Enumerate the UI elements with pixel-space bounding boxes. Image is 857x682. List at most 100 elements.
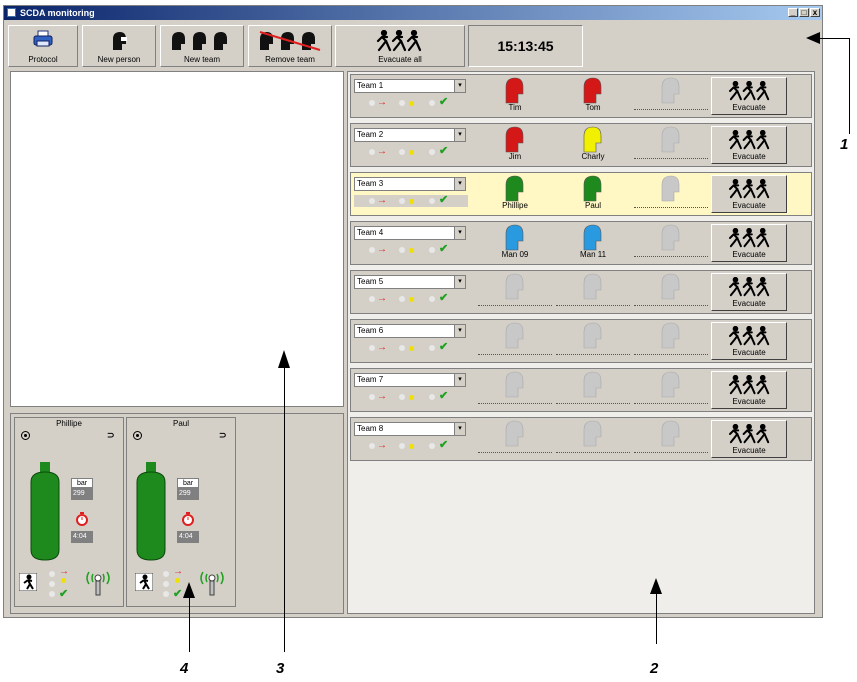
team-select[interactable]: Team 7 ▾: [354, 373, 466, 387]
running-people-icon: [729, 375, 770, 395]
member-slot[interactable]: [476, 371, 554, 409]
team-status-indicators: → ✔: [361, 96, 471, 109]
member-slot[interactable]: Tim: [476, 77, 554, 115]
member-name: Man 11: [579, 250, 607, 259]
running-people-icon: [729, 326, 770, 346]
warning-dot: [409, 150, 414, 155]
empty-slot-line: [478, 403, 552, 404]
status-dot: [369, 394, 375, 400]
close-button[interactable]: x: [810, 8, 820, 17]
member-slot[interactable]: [632, 224, 710, 262]
window-title: SCDA monitoring: [20, 8, 95, 18]
warning-dot: [409, 199, 414, 204]
team-row[interactable]: Team 8 ▾ → ✔ Evacuate: [350, 417, 812, 461]
empty-slot-line: [634, 207, 708, 208]
check-icon: ✔: [439, 390, 449, 402]
protocol-button[interactable]: Protocol: [8, 25, 78, 67]
evacuate-team-button[interactable]: Evacuate: [711, 273, 787, 311]
evacuate-team-button[interactable]: Evacuate: [711, 126, 787, 164]
evacuate-label: Evacuate: [732, 103, 766, 112]
member-slot[interactable]: [632, 77, 710, 115]
member-slot[interactable]: [554, 371, 632, 409]
member-slot[interactable]: [632, 420, 710, 458]
status-dot: [369, 443, 375, 449]
team-row[interactable]: Team 6 ▾ → ✔ Evacuate: [350, 319, 812, 363]
chevron-down-icon[interactable]: ▾: [454, 374, 465, 386]
member-slot[interactable]: [632, 175, 710, 213]
evacuate-team-button[interactable]: Evacuate: [711, 420, 787, 458]
helmet-icon: [583, 224, 602, 251]
team-row[interactable]: Team 5 ▾ → ✔ Evacuate: [350, 270, 812, 314]
maximize-button[interactable]: □: [799, 8, 809, 17]
team-row[interactable]: Team 1 ▾ → ✔ Tim Tom Evacuate: [350, 74, 812, 118]
minimize-button[interactable]: _: [788, 8, 798, 17]
member-slot[interactable]: [554, 273, 632, 311]
evacuate-team-button[interactable]: Evacuate: [711, 77, 787, 115]
helmet-icon: [505, 273, 524, 300]
team-row[interactable]: Team 4 ▾ → ✔ Man 09 Man 11 Evacuate: [350, 221, 812, 265]
member-slot[interactable]: [632, 322, 710, 360]
member-slot[interactable]: [632, 273, 710, 311]
empty-slot-line: [634, 158, 708, 159]
member-slot[interactable]: Man 11: [554, 224, 632, 262]
evacuate-person-icon[interactable]: [19, 573, 37, 591]
team-select[interactable]: Team 2 ▾: [354, 128, 466, 142]
empty-slot-line: [478, 305, 552, 306]
team-select[interactable]: Team 8 ▾: [354, 422, 466, 436]
chevron-down-icon[interactable]: ▾: [454, 423, 465, 435]
status-dot: [369, 198, 375, 204]
member-slot[interactable]: Man 09: [476, 224, 554, 262]
team-select[interactable]: Team 1 ▾: [354, 79, 466, 93]
evacuate-all-button[interactable]: Evacuate all: [335, 25, 465, 67]
evacuate-team-button[interactable]: Evacuate: [711, 371, 787, 409]
chevron-down-icon[interactable]: ▾: [454, 178, 465, 190]
member-slot[interactable]: Jim: [476, 126, 554, 164]
callout-line: [849, 38, 850, 134]
evacuate-team-button[interactable]: Evacuate: [711, 175, 787, 213]
team-status-indicators: → ✔: [361, 243, 471, 256]
chevron-down-icon[interactable]: ▾: [454, 129, 465, 141]
empty-slot-line: [634, 403, 708, 404]
evacuate-label: Evacuate: [732, 446, 766, 455]
helmet-icon: [583, 77, 602, 104]
evacuate-team-button[interactable]: Evacuate: [711, 322, 787, 360]
member-slot[interactable]: Tom: [554, 77, 632, 115]
callout-line: [656, 594, 657, 644]
check-icon: ✔: [439, 145, 449, 157]
team-select[interactable]: Team 4 ▾: [354, 226, 466, 240]
member-slot[interactable]: Charly: [554, 126, 632, 164]
chevron-down-icon[interactable]: ▾: [454, 276, 465, 288]
team-row[interactable]: Team 7 ▾ → ✔ Evacuate: [350, 368, 812, 412]
refresh-icon[interactable]: ⊃: [107, 431, 116, 440]
pressure-value: 299: [177, 488, 199, 500]
callout-arrowhead: [278, 350, 290, 368]
remove-team-button[interactable]: Remove team: [248, 25, 332, 67]
member-slot[interactable]: [476, 322, 554, 360]
member-slot[interactable]: [632, 371, 710, 409]
new-person-button[interactable]: New person: [82, 25, 156, 67]
empty-slot-line: [634, 109, 708, 110]
member-slot[interactable]: Paul: [554, 175, 632, 213]
chevron-down-icon[interactable]: ▾: [454, 227, 465, 239]
check-icon: ✔: [59, 588, 69, 600]
team-row[interactable]: Team 3 ▾ → ✔ Phillipe Paul Evacuate: [350, 172, 812, 216]
member-slot[interactable]: [554, 322, 632, 360]
evacuate-team-button[interactable]: Evacuate: [711, 224, 787, 262]
person-card[interactable]: Phillipe ⊃ bar 299 4:04 → ✔: [14, 417, 124, 607]
team-select[interactable]: Team 3 ▾: [354, 177, 466, 191]
member-slot[interactable]: [632, 126, 710, 164]
member-slot[interactable]: [554, 420, 632, 458]
member-slot[interactable]: [476, 420, 554, 458]
person-card[interactable]: Paul ⊃ bar 299 4:04 → ✔: [126, 417, 236, 607]
team-select[interactable]: Team 5 ▾: [354, 275, 466, 289]
chevron-down-icon[interactable]: ▾: [454, 325, 465, 337]
member-slot[interactable]: Phillipe: [476, 175, 554, 213]
team-row[interactable]: Team 2 ▾ → ✔ Jim Charly Evacuate: [350, 123, 812, 167]
evacuate-person-icon[interactable]: [135, 573, 153, 591]
refresh-icon[interactable]: ⊃: [219, 431, 228, 440]
chevron-down-icon[interactable]: ▾: [454, 80, 465, 92]
member-slot[interactable]: [476, 273, 554, 311]
team-select[interactable]: Team 6 ▾: [354, 324, 466, 338]
team-status-indicators: → ✔: [361, 341, 471, 354]
new-team-button[interactable]: New team: [160, 25, 244, 67]
